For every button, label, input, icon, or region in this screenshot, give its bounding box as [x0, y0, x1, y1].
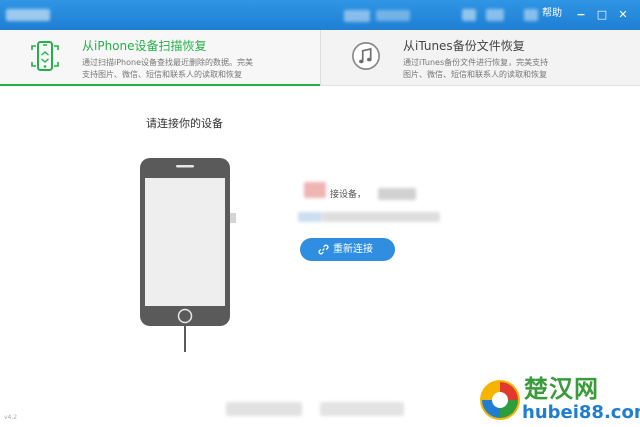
link-icon [318, 244, 329, 255]
tab-title: 从iPhone设备扫描恢复 [82, 39, 207, 53]
blurred-footer [320, 402, 404, 416]
status-message: 接设备， [330, 190, 367, 200]
minimize-button[interactable]: − [573, 7, 589, 23]
mode-tabs: 从iPhone设备扫描恢复 通过扫描iPhone设备查找最近删除的数据。完美 支… [0, 30, 640, 86]
tab-title: 从iTunes备份文件恢复 [403, 39, 525, 53]
tab-itunes-backup[interactable]: 从iTunes备份文件恢复 通过iTunes备份文件进行恢复，完美支持 图片、微… [321, 30, 640, 86]
blurred-status [304, 182, 326, 198]
tab-description: 通过扫描iPhone设备查找最近删除的数据。完美 支持图片、微信、短信和联系人的… [82, 57, 282, 81]
help-menu[interactable]: 帮助 [542, 7, 562, 21]
phone-illustration [140, 158, 236, 352]
blurred-footer [226, 402, 302, 416]
blurred-title [524, 9, 538, 21]
watermark-title: 楚汉网 [524, 375, 599, 403]
blurred-title [6, 9, 50, 21]
tab-iphone-scan[interactable]: 从iPhone设备扫描恢复 通过扫描iPhone设备查找最近删除的数据。完美 支… [0, 30, 320, 86]
version-label: v4.2 [4, 414, 18, 421]
blurred-title [462, 9, 476, 21]
phone-scan-icon [31, 41, 59, 71]
blurred-status [378, 188, 416, 200]
tab-description-line: 支持图片、微信、短信和联系人的读取和恢复 [82, 70, 242, 79]
watermark-url: hubei88.com [522, 402, 640, 423]
watermark-logo-icon [480, 380, 520, 420]
page-title: 请连接你的设备 [146, 117, 223, 130]
title-bar: 帮助 − □ ✕ [0, 0, 640, 30]
app-window: 帮助 − □ ✕ 从iPhone设备扫描恢复 通过扫描iPhone设备查找最近删… [0, 0, 640, 427]
blurred-title [486, 9, 504, 21]
blurred-status [322, 212, 440, 222]
tab-description: 通过iTunes备份文件进行恢复，完美支持 图片、微信、短信和联系人的读取和恢复 [403, 57, 583, 81]
tab-description-line: 通过扫描iPhone设备查找最近删除的数据。完美 [82, 58, 254, 67]
blurred-title [376, 10, 410, 21]
tab-description-line: 图片、微信、短信和联系人的读取和恢复 [403, 70, 547, 79]
blurred-title [344, 10, 370, 22]
maximize-button[interactable]: □ [594, 7, 610, 23]
blurred-status [298, 212, 322, 222]
music-note-icon [352, 42, 380, 70]
close-button[interactable]: ✕ [615, 7, 631, 23]
tab-description-line: 通过iTunes备份文件进行恢复，完美支持 [403, 58, 549, 67]
reconnect-button[interactable]: 重新连接 [300, 238, 395, 261]
reconnect-button-label: 重新连接 [333, 244, 373, 255]
